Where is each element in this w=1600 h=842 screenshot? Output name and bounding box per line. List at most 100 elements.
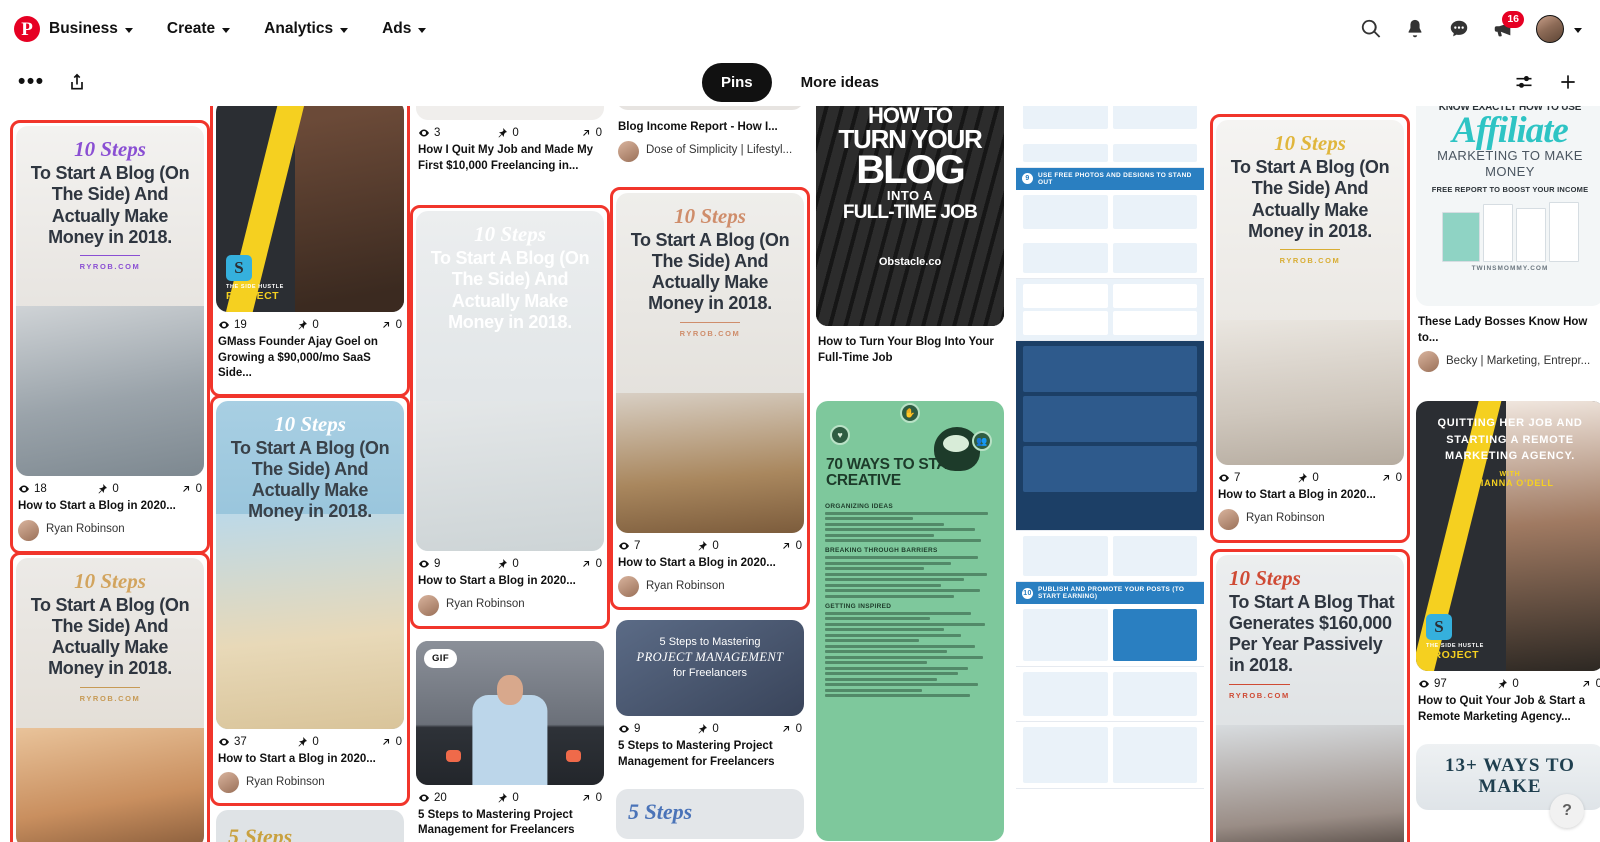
nav-item-ads[interactable]: Ads (372, 14, 436, 44)
nav-item-business[interactable]: Business (49, 14, 143, 44)
grid-column-6: 9 USE FREE PHOTOS AND DESIGNS TO STAND O… (1016, 106, 1204, 820)
pin-author[interactable]: Ryan Robinson (418, 594, 602, 616)
pin-icon (498, 792, 508, 803)
pin-card[interactable]: 10 Steps To Start A Blog (On The Side) A… (610, 186, 810, 611)
nav-right-actions: 16 (1360, 11, 1582, 43)
pin-title: How to Start a Blog in 2020... (1218, 489, 1376, 501)
search-icon[interactable] (1360, 18, 1382, 40)
pin-art-domain: TWINSMOMMY.COM (1471, 264, 1549, 272)
pin-card[interactable]: 10 Steps To Start A Blog (On The Side) A… (10, 551, 210, 842)
pin-icon (498, 559, 508, 569)
pin-impressions: 37 (218, 736, 296, 748)
pin-art-headline: 10 Steps (474, 222, 546, 247)
share-icon[interactable] (67, 72, 87, 92)
grid-column-5: HOW TO TURN YOUR BLOG INTO A FULL-TIME J… (816, 106, 1004, 842)
pins-grid[interactable]: 10 Steps To Start A Blog (On The Side) A… (0, 106, 1600, 842)
avatar (1218, 508, 1239, 530)
nav-item-analytics-label: Analytics (264, 20, 334, 37)
pin-impressions: 97 (1418, 678, 1496, 690)
pin-author[interactable]: Ryan Robinson (18, 519, 202, 541)
grid-column-2: S THE SIDE HUSTLE PROJECT 19 0 0 GMass F… (210, 106, 410, 842)
pin-title: 5 Steps to Mastering Project Management … (418, 808, 575, 837)
pin-art-script: Affiliate (1452, 110, 1569, 151)
pin-card[interactable]: 5 Steps To Managing (216, 810, 404, 842)
pin-title: How to Quit Your Job & Start a Remote Ma… (1418, 695, 1585, 723)
pin-thumbnail (616, 106, 804, 110)
pin-card[interactable]: 10 Steps To Start A Blog (On The Side) A… (410, 205, 610, 629)
chevron-down-icon[interactable] (1574, 27, 1582, 33)
avatar (1418, 351, 1439, 373)
pin-clicks: 0 (1565, 678, 1600, 690)
pin-card[interactable]: 9 USE FREE PHOTOS AND DESIGNS TO STAND O… (1016, 106, 1204, 820)
pin-stats: 97 0 0 (1418, 678, 1600, 690)
pin-card[interactable]: KNOW EXACTLY HOW TO USE Affiliate MARKET… (1416, 106, 1600, 380)
pin-art-title: QUITTING HER JOB AND STARTING A REMOTE M… (1437, 417, 1583, 463)
pin-thumbnail: 10 Steps To Start A Blog (On The Side) A… (16, 126, 204, 476)
avatar (618, 140, 639, 162)
tab-more-ideas[interactable]: More ideas (782, 63, 898, 102)
pin-card[interactable]: 3 0 0 How I Quit My Job and Made My Firs… (416, 106, 604, 184)
pin-author[interactable]: Dose of Simplicity | Lifestyl... (618, 140, 802, 162)
help-button[interactable]: ? (1550, 794, 1584, 828)
pin-icon (1298, 473, 1308, 483)
pin-stats: 9 0 0 (618, 723, 802, 735)
pin-thumbnail: ♥ ✋ 👥 70 WAYS TO STAY CREATIVE ORGANIZIN… (816, 401, 1004, 842)
pin-author-name: Becky | Marketing, Entrepr... (1446, 354, 1591, 367)
pin-clicks: 0 (565, 127, 602, 139)
pin-clicks: 0 (1365, 472, 1402, 484)
pin-author[interactable]: Ryan Robinson (618, 576, 802, 598)
board-toolbar-right (1514, 72, 1578, 92)
pin-author[interactable]: Becky | Marketing, Entrepr... (1418, 351, 1600, 373)
plus-icon[interactable] (1558, 72, 1578, 92)
pin-art-subheadline: To Start A Blog (On The Side) And Actual… (30, 163, 190, 247)
pin-card[interactable]: S THE SIDE HUSTLE PROJECT 19 0 0 GMass F… (210, 106, 410, 397)
creative-section-3: GETTING INSPIRED (825, 602, 892, 610)
nav-item-create[interactable]: Create (157, 14, 240, 44)
pin-title: GMass Founder Ajay Goel on Growing a $90… (218, 336, 378, 380)
megaphone-icon[interactable]: 16 (1492, 11, 1524, 40)
chevron-down-icon (124, 27, 133, 33)
pin-author[interactable]: Ryan Robinson (1218, 508, 1402, 530)
avatar[interactable] (1536, 15, 1564, 43)
pin-title: How to Turn Your Blog Into Your Full-Tim… (818, 336, 994, 364)
pin-art-line-3: for Freelancers (673, 667, 747, 680)
pin-card[interactable]: GIF 20 0 0 5 Steps to Mastering Project … (416, 640, 604, 842)
chevron-down-icon (222, 27, 231, 33)
pin-card[interactable]: ♥ ✋ 👥 70 WAYS TO STAY CREATIVE ORGANIZIN… (816, 401, 1004, 842)
pin-art-headline: 10 Steps (1274, 131, 1346, 155)
pin-card[interactable]: QUITTING HER JOB AND STARTING A REMOTE M… (1416, 401, 1600, 735)
pin-art-free-note: FREE REPORT TO BOOST YOUR INCOME (1431, 184, 1589, 194)
grid-column-4: Blog Income Report - How I... Dose of Si… (610, 106, 810, 842)
pin-icon (298, 736, 308, 747)
pin-art-line-3: BLOG (856, 147, 966, 192)
sliders-icon[interactable] (1514, 72, 1534, 92)
brain-icon (934, 427, 980, 472)
nav-item-business-label: Business (49, 20, 118, 37)
pin-card[interactable]: 5 Steps to Mastering PROJECT MANAGEMENT … (616, 620, 804, 780)
pin-title: These Lady Bosses Know How to... (1418, 316, 1588, 344)
pin-card[interactable]: 10 Steps To Start A Blog (On The Side) A… (210, 394, 410, 807)
pin-card[interactable]: 10 Steps To Start A Blog (On The Side) A… (1210, 114, 1410, 543)
nav-item-analytics[interactable]: Analytics (254, 14, 358, 44)
pin-card[interactable]: 5 Steps (616, 789, 804, 842)
pinterest-logo-icon[interactable]: P (14, 16, 40, 42)
notification-badge: 16 (1502, 11, 1524, 28)
pin-thumbnail: 10 Steps To Start A Blog (On The Side) A… (16, 557, 204, 842)
pin-icon (698, 724, 708, 734)
arrow-out-icon (1382, 474, 1389, 481)
pin-card[interactable]: Blog Income Report - How I... Dose of Si… (616, 106, 804, 169)
pin-author[interactable]: Ryan Robinson (218, 772, 402, 794)
pin-saves: 0 (296, 319, 364, 331)
bell-icon[interactable] (1404, 18, 1426, 40)
eye-icon (1219, 474, 1229, 482)
more-options-button[interactable]: ••• (18, 71, 45, 92)
pin-card[interactable]: 10 Steps To Start A Blog (On The Side) A… (10, 120, 210, 554)
side-hustle-project-logo: S THE SIDE HUSTLE PROJECT (226, 255, 284, 302)
pin-card[interactable]: HOW TO TURN YOUR BLOG INTO A FULL-TIME J… (816, 106, 1004, 376)
chat-icon[interactable] (1448, 18, 1470, 40)
avatar (18, 519, 39, 541)
pin-title: 5 Steps to Mastering Project Management … (618, 740, 775, 768)
pin-thumbnail: 10 Steps To Start A Blog (On The Side) A… (416, 211, 604, 552)
tab-pins[interactable]: Pins (701, 62, 772, 102)
pin-card[interactable]: 10 Steps To Start A Blog That Generates … (1210, 548, 1410, 842)
